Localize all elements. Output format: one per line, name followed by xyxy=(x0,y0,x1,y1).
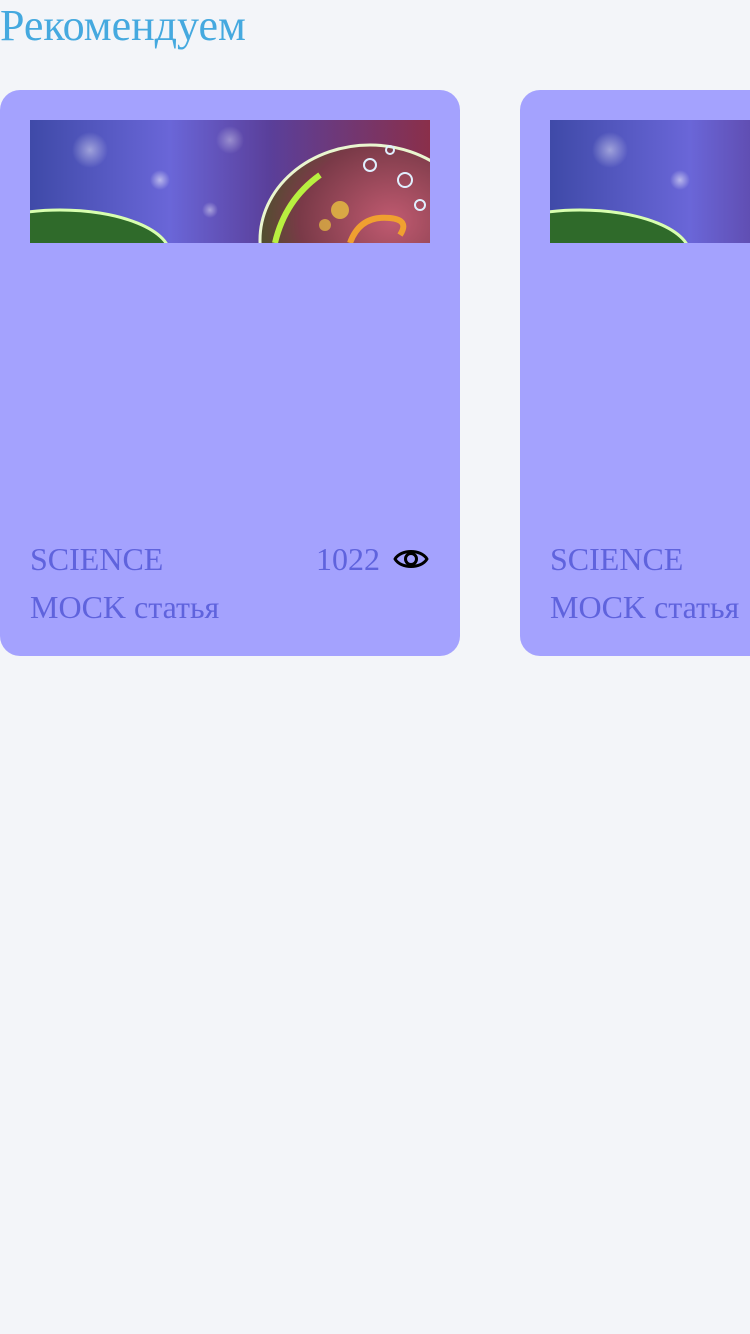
article-category: SCIENCE xyxy=(550,541,684,577)
view-counter: 1022 xyxy=(316,540,430,578)
article-title: MOCK статья xyxy=(30,589,220,625)
eye-icon xyxy=(393,550,429,568)
article-category: SCIENCE xyxy=(30,541,164,577)
article-title: MOCK статья xyxy=(550,589,740,625)
recommendations-carousel[interactable]: SCIENCE 1022 MOCK статья SCIENCE MOCK ст… xyxy=(0,90,750,656)
article-card[interactable]: SCIENCE 1022 MOCK статья xyxy=(0,90,460,656)
view-count: 1022 xyxy=(316,541,380,577)
section-title: Рекомендуем xyxy=(0,1,246,50)
article-image xyxy=(30,120,430,243)
article-card[interactable]: SCIENCE 1022 MOCK статья xyxy=(520,90,750,656)
article-image xyxy=(550,120,750,243)
